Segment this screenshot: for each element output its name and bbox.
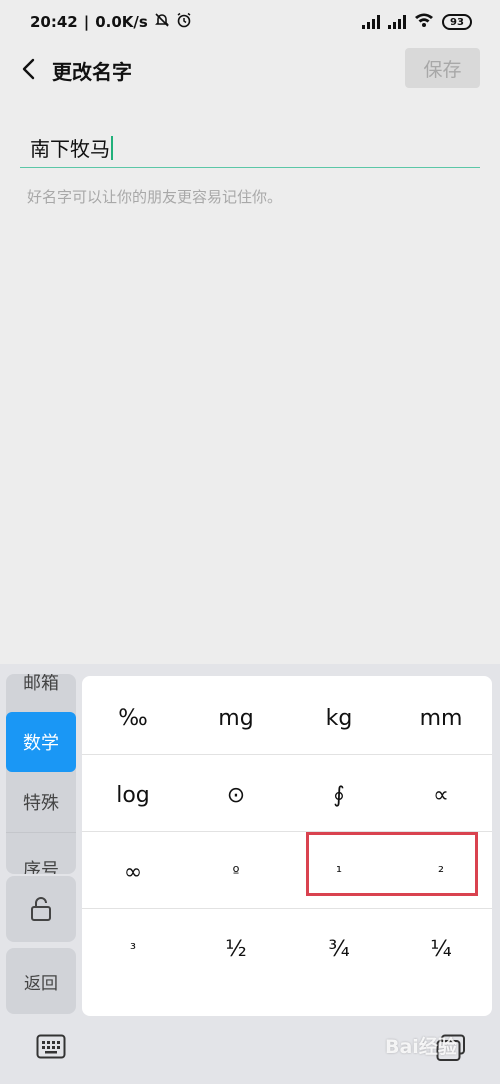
return-button[interactable]: 返回 [6, 948, 76, 1014]
signal-2-icon [388, 15, 406, 29]
alarm-icon [176, 12, 192, 32]
category-list[interactable]: 邮箱 数学 特殊 序号 [6, 674, 76, 874]
row-divider [82, 908, 492, 909]
wifi-icon [414, 12, 434, 32]
symbol-key[interactable]: mm [390, 680, 492, 756]
category-math[interactable]: 数学 [6, 712, 76, 772]
category-ordinal[interactable]: 序号 [6, 839, 76, 874]
row-divider [82, 831, 492, 832]
name-input[interactable]: 南下牧马 [20, 128, 480, 168]
name-input-value: 南下牧马 [30, 137, 110, 161]
symbol-key[interactable]: ¾ [288, 911, 390, 987]
text-caret [111, 135, 113, 160]
keyboard-icon[interactable] [36, 1034, 66, 1064]
symbol-key[interactable]: log [82, 757, 184, 833]
symbol-key[interactable]: ½ [185, 911, 287, 987]
back-button[interactable] [14, 54, 44, 84]
battery-level: 93 [450, 16, 464, 28]
status-left: 20:42 | 0.0K/s [30, 12, 192, 32]
symbol-key[interactable]: mg [185, 680, 287, 756]
battery-icon: 93 [442, 14, 472, 30]
mute-bell-icon [154, 12, 170, 32]
status-bar: 20:42 | 0.0K/s 93 [0, 0, 500, 44]
unlock-icon [31, 897, 51, 921]
name-hint: 好名字可以让你的朋友更容易记住你。 [27, 188, 283, 206]
symbol-key[interactable]: º [185, 834, 287, 910]
symbol-key[interactable]: ¹ [288, 834, 390, 910]
symbol-grid: ‰ mg kg mm log ⊙ ∮ ∝ ∞ º ¹ ² ³ ½ ¾ ¼ [82, 676, 492, 1016]
symbol-keyboard: 邮箱 数学 特殊 序号 返回 ‰ mg kg mm log ⊙ ∮ ∝ ∞ º … [0, 664, 500, 1084]
symbol-key[interactable]: kg [288, 680, 390, 756]
page-title: 更改名字 [52, 60, 132, 84]
status-divider: | [83, 13, 90, 31]
category-special[interactable]: 特殊 [6, 772, 76, 832]
signal-1-icon [362, 15, 380, 29]
symbol-key[interactable]: ³ [82, 911, 184, 987]
symbol-key[interactable]: ⊙ [185, 757, 287, 833]
save-button[interactable]: 保存 [405, 48, 480, 88]
category-divider [6, 832, 76, 833]
status-right: 93 [362, 12, 472, 32]
symbol-key[interactable]: ∞ [82, 834, 184, 910]
status-speed: 0.0K/s [95, 13, 148, 31]
status-time: 20:42 [30, 13, 78, 31]
category-email[interactable]: 邮箱 [6, 674, 76, 712]
symbol-key[interactable]: ¼ [390, 911, 492, 987]
header: 更改名字 保存 [0, 44, 500, 94]
symbol-key[interactable]: ∝ [390, 757, 492, 833]
chevron-left-icon [22, 58, 35, 80]
symbol-key[interactable]: ∮ [288, 757, 390, 833]
symbol-key[interactable]: ‰ [82, 680, 184, 756]
watermark-logo: Bai经验 [385, 1036, 457, 1058]
symbol-key[interactable]: ² [390, 834, 492, 910]
row-divider [82, 754, 492, 755]
lock-button[interactable] [6, 876, 76, 942]
